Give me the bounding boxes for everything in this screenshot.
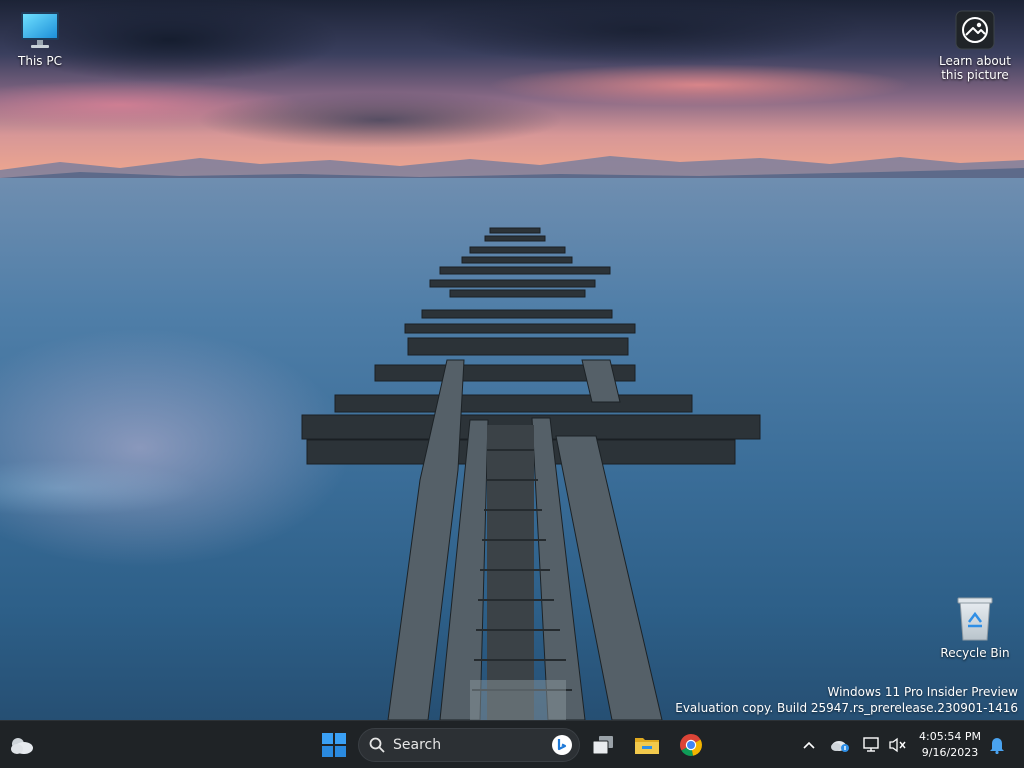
task-view-button[interactable] bbox=[585, 727, 621, 763]
evaluation-watermark: Windows 11 Pro Insider Preview Evaluatio… bbox=[675, 684, 1018, 716]
network-icon bbox=[863, 737, 879, 752]
start-button[interactable] bbox=[316, 727, 352, 763]
recycle-bin-icon bbox=[957, 597, 993, 641]
wallpaper-pier bbox=[301, 227, 761, 720]
volume-muted-icon bbox=[889, 737, 906, 753]
bing-icon[interactable] bbox=[551, 734, 573, 756]
desktop-icon-label: Recycle Bin bbox=[940, 646, 1010, 660]
clock-time: 4:05:54 PM bbox=[918, 730, 982, 743]
desktop-icon-learn-about-this-picture[interactable]: Learn about this picture bbox=[935, 10, 1015, 82]
widgets-button[interactable] bbox=[4, 727, 40, 763]
search-label: Search bbox=[393, 737, 442, 753]
volume-tray-button[interactable] bbox=[887, 734, 909, 756]
bell-icon bbox=[990, 738, 1004, 754]
learn-about-picture-icon bbox=[955, 10, 995, 50]
weather-cloud-icon bbox=[11, 738, 33, 754]
chrome-button[interactable] bbox=[673, 727, 709, 763]
windows-start-icon bbox=[322, 733, 346, 757]
file-explorer-button[interactable] bbox=[629, 727, 665, 763]
search-icon bbox=[369, 737, 385, 753]
desktop-wallpaper bbox=[0, 0, 1024, 720]
desktop-icon-label: This PC bbox=[18, 54, 62, 68]
monitor-icon bbox=[21, 12, 59, 48]
onedrive-icon bbox=[831, 741, 849, 752]
chrome-icon bbox=[680, 734, 702, 756]
clock-date: 9/16/2023 bbox=[921, 746, 979, 759]
desktop-icon-recycle-bin[interactable]: Recycle Bin bbox=[935, 596, 1015, 660]
folder-icon bbox=[635, 738, 659, 754]
notifications-button[interactable] bbox=[986, 734, 1008, 756]
desktop-icon-label: Learn about this picture bbox=[939, 54, 1011, 82]
show-hidden-icons-button[interactable] bbox=[798, 734, 820, 756]
task-view-icon bbox=[592, 736, 613, 755]
onedrive-tray-button[interactable] bbox=[829, 734, 851, 756]
watermark-line: Evaluation copy. Build 25947.rs_prerelea… bbox=[675, 701, 1018, 715]
taskbar-clock[interactable]: 4:05:54 PM 9/16/2023 bbox=[914, 729, 986, 761]
taskbar-search-box[interactable]: Search bbox=[358, 728, 580, 762]
chevron-up-icon bbox=[803, 741, 815, 749]
desktop-icon-this-pc[interactable]: This PC bbox=[0, 10, 80, 68]
taskbar: Search 4:05:54 PM 9/16/2023 bbox=[0, 720, 1024, 768]
watermark-line: Windows 11 Pro Insider Preview bbox=[827, 685, 1018, 699]
network-tray-button[interactable] bbox=[861, 734, 883, 756]
